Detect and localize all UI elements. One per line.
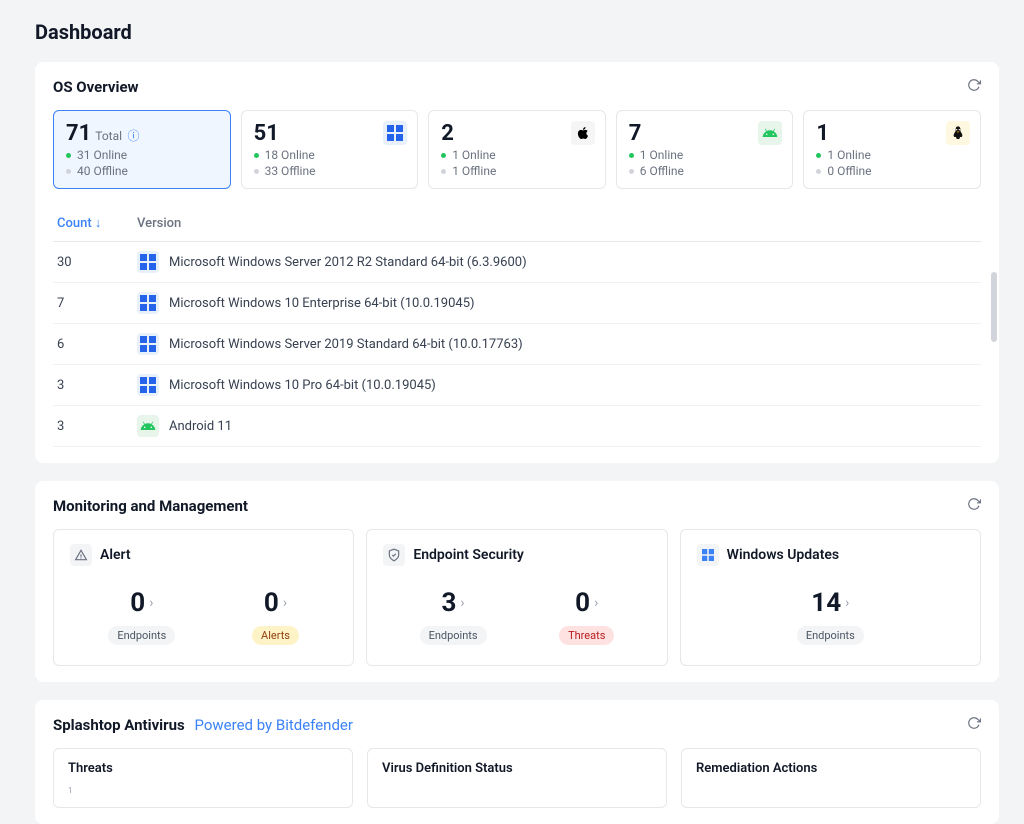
table-row[interactable]: 7 Microsoft Windows 10 Enterprise 64-bit … — [53, 283, 981, 324]
online-stat: 18 Online — [254, 148, 406, 162]
os-count: 71 — [66, 121, 91, 146]
col-version[interactable]: Version — [133, 207, 981, 242]
row-count: 30 — [53, 242, 133, 283]
offline-stat: 33 Offline — [254, 164, 406, 178]
alerts-badge: Alerts — [252, 626, 299, 645]
row-count: 3 — [53, 406, 133, 447]
monitoring-title: Monitoring and Management — [53, 497, 981, 515]
alert-card[interactable]: Alert 0› Endpoints 0› Alerts — [53, 529, 354, 666]
alert-icon — [70, 544, 92, 566]
chevron-right-icon: › — [149, 595, 153, 611]
chevron-right-icon: › — [283, 595, 287, 611]
offline-stat: 40 Offline — [66, 164, 218, 178]
row-count: 6 — [53, 324, 133, 365]
alert-endpoints-stat[interactable]: 0› Endpoints — [108, 588, 175, 645]
chevron-right-icon: › — [845, 595, 849, 611]
win-icon — [137, 251, 159, 273]
online-stat: 1 Online — [816, 148, 968, 162]
refresh-icon — [967, 716, 981, 730]
alert-title: Alert — [100, 547, 131, 563]
powered-by-link[interactable]: Powered by Bitdefender — [194, 716, 352, 734]
endpoint-security-card[interactable]: Endpoint Security 3› Endpoints 0› Threat… — [366, 529, 667, 666]
row-count: 7 — [53, 283, 133, 324]
win-icon — [383, 121, 407, 145]
remediation-actions-title: Remediation Actions — [696, 761, 966, 776]
row-count: 3 — [53, 365, 133, 406]
windows-updates-endpoints-stat[interactable]: 14› Endpoints — [797, 588, 864, 645]
virus-definition-title: Virus Definition Status — [382, 761, 652, 776]
refresh-button[interactable] — [965, 76, 983, 94]
android-icon — [137, 415, 159, 437]
refresh-button[interactable] — [965, 714, 983, 732]
row-version: Microsoft Windows Server 2012 R2 Standar… — [169, 255, 527, 270]
chart-tick: 1 — [68, 786, 338, 795]
win-icon — [137, 292, 159, 314]
refresh-icon — [967, 78, 981, 92]
offline-stat: 1 Offline — [441, 164, 593, 178]
offline-stat: 6 Offline — [629, 164, 781, 178]
table-row[interactable]: 6 Microsoft Windows Server 2019 Standard … — [53, 324, 981, 365]
alert-alerts-stat[interactable]: 0› Alerts — [252, 588, 299, 645]
os-overview-card: OS Overview 71Total ⓘ31 Online40 Offline… — [35, 62, 999, 463]
online-stat: 31 Online — [66, 148, 218, 162]
linux-icon — [946, 121, 970, 145]
endpoints-badge: Endpoints — [108, 626, 175, 645]
row-version: Microsoft Windows Server 2019 Standard 6… — [169, 337, 523, 352]
table-row[interactable]: 3 Microsoft Windows 10 Pro 64-bit (10.0.1… — [53, 365, 981, 406]
os-count: 7 — [629, 121, 642, 146]
total-label: Total — [95, 129, 122, 143]
threats-title: Threats — [68, 761, 338, 776]
offline-stat: 0 Offline — [816, 164, 968, 178]
windows-updates-title: Windows Updates — [727, 547, 839, 563]
shield-icon — [383, 544, 405, 566]
table-row[interactable]: 30 Microsoft Windows Server 2012 R2 Stand… — [53, 242, 981, 283]
endpoint-security-title: Endpoint Security — [413, 547, 524, 563]
android-icon — [758, 121, 782, 145]
os-count: 1 — [816, 121, 829, 146]
sort-down-icon: ↓ — [95, 216, 102, 231]
windows-updates-card[interactable]: Windows Updates 14› Endpoints — [680, 529, 981, 666]
os-card-total[interactable]: 71 Total ⓘ 31 Online 40 Offline — [53, 110, 231, 189]
windows-icon — [697, 544, 719, 566]
row-version: Android 11 — [169, 419, 232, 434]
os-card-linux[interactable]: 1 1 Online 0 Offline — [803, 110, 981, 189]
online-stat: 1 Online — [441, 148, 593, 162]
refresh-icon — [967, 497, 981, 511]
endpoints-badge: Endpoints — [420, 626, 487, 645]
os-card-apple[interactable]: 2 1 Online 1 Offline — [428, 110, 606, 189]
antivirus-card: Splashtop Antivirus Powered by Bitdefend… — [35, 700, 999, 824]
os-count: 2 — [441, 121, 454, 146]
endpoint-security-threats-stat[interactable]: 0› Threats — [559, 588, 614, 645]
os-card-android[interactable]: 7 1 Online 6 Offline — [616, 110, 794, 189]
chevron-right-icon: › — [594, 595, 598, 611]
page-title: Dashboard — [35, 20, 999, 44]
scrollbar[interactable] — [991, 272, 997, 342]
row-version: Microsoft Windows 10 Enterprise 64-bit (… — [169, 296, 475, 311]
os-count: 51 — [254, 121, 279, 146]
refresh-button[interactable] — [965, 495, 983, 513]
col-count[interactable]: Count ↓ — [53, 207, 133, 242]
remediation-actions-card: Remediation Actions — [681, 748, 981, 808]
endpoints-badge: Endpoints — [797, 626, 864, 645]
win-icon — [137, 374, 159, 396]
virus-definition-card: Virus Definition Status — [367, 748, 667, 808]
online-stat: 1 Online — [629, 148, 781, 162]
threats-chart-card: Threats 1 — [53, 748, 353, 808]
os-overview-title: OS Overview — [53, 78, 981, 96]
table-row[interactable]: 3 Android 11 — [53, 406, 981, 447]
threats-badge: Threats — [559, 626, 614, 645]
antivirus-title: Splashtop Antivirus Powered by Bitdefend… — [53, 716, 981, 734]
os-version-table: Count ↓ Version 30 Microsoft Windows Serv… — [53, 207, 981, 447]
endpoint-security-endpoints-stat[interactable]: 3› Endpoints — [420, 588, 487, 645]
monitoring-card: Monitoring and Management Alert 0› Endpo… — [35, 481, 999, 682]
chevron-right-icon: › — [460, 595, 464, 611]
win-icon — [137, 333, 159, 355]
os-card-win[interactable]: 51 18 Online 33 Offline — [241, 110, 419, 189]
row-version: Microsoft Windows 10 Pro 64-bit (10.0.19… — [169, 378, 436, 393]
info-icon[interactable]: ⓘ — [128, 129, 140, 143]
apple-icon — [571, 121, 595, 145]
